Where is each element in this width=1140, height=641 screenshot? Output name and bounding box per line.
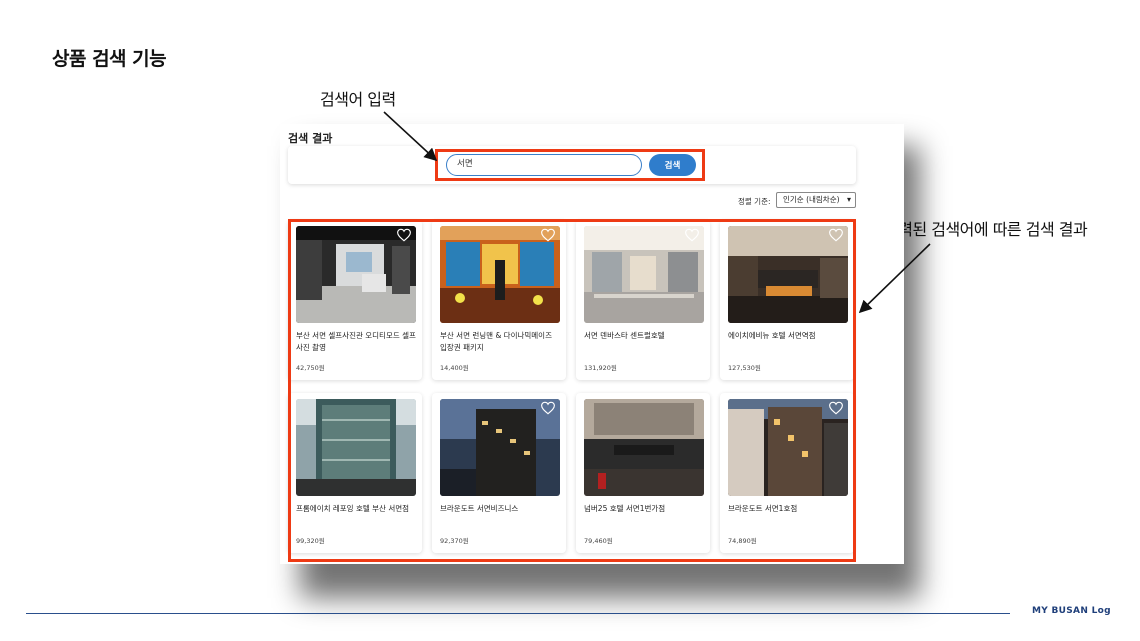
- footer-divider: [26, 613, 1010, 614]
- search-highlight-box: [435, 149, 705, 181]
- sort-label: 정렬 기준:: [738, 197, 771, 206]
- results-highlight-box: [288, 219, 856, 562]
- results-heading: 검색 결과: [288, 132, 333, 145]
- sort-select[interactable]: 인기순 (내림차순) ▾: [776, 192, 856, 208]
- sort-selected-value: 인기순 (내림차순): [783, 195, 840, 204]
- slide-title: 상품 검색 기능: [52, 48, 167, 70]
- chevron-down-icon: ▾: [846, 195, 851, 204]
- callout-search-input: 검색어 입력: [320, 90, 396, 109]
- footer-brand: MY BUSAN Log: [1032, 606, 1111, 616]
- search-screenshot: 검색 결과 서면 검색 정렬 기준: 인기순 (내림차순) ▾ 부산 서면 셀프…: [280, 124, 904, 564]
